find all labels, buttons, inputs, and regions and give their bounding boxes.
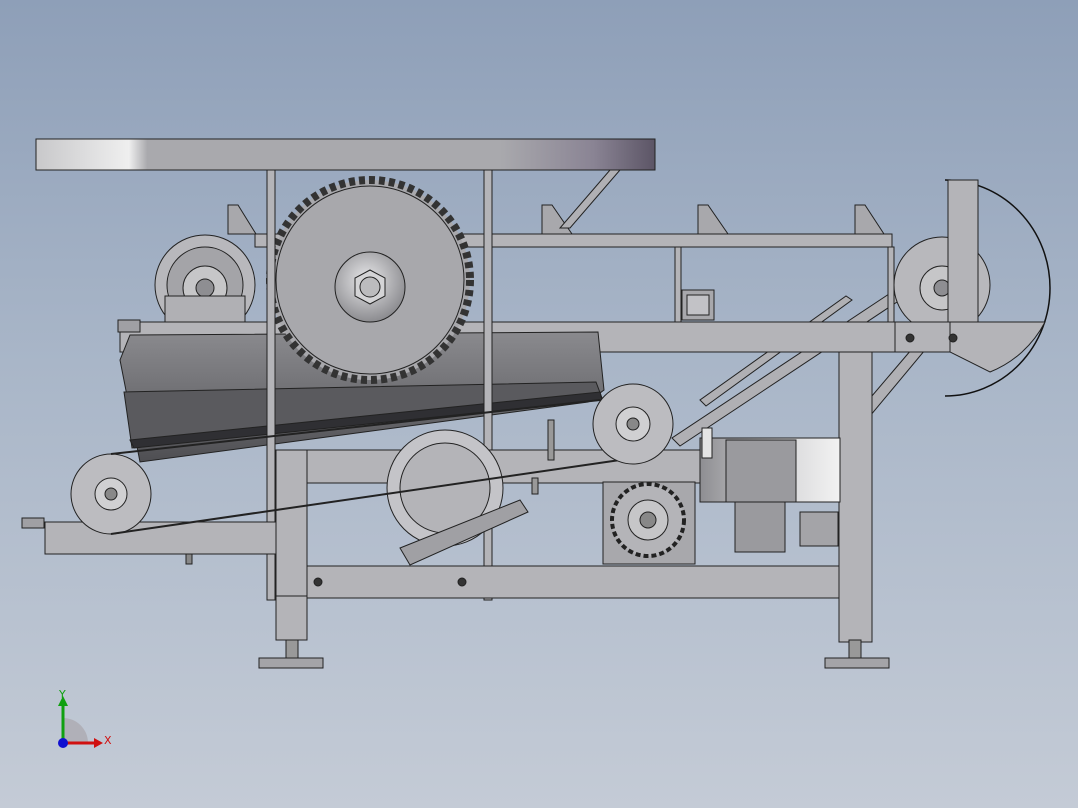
diagonal-brace	[558, 169, 622, 229]
foot-pad-right	[824, 657, 890, 669]
conveyor-lug	[854, 204, 885, 235]
z-axis-dot	[58, 738, 68, 748]
x-axis-label: X	[104, 734, 112, 747]
front-post-right	[483, 169, 493, 601]
foot-pad-left	[258, 657, 324, 669]
base-rail	[275, 565, 840, 599]
top-guard-plate	[35, 138, 656, 171]
coordinate-triad	[58, 696, 103, 748]
leg-right	[838, 351, 873, 643]
conveyor-lug	[697, 204, 729, 235]
right-end-plate	[947, 179, 979, 331]
y-axis-label: Y	[59, 688, 66, 701]
cad-viewport[interactable]: Y X	[0, 0, 1078, 808]
saw-machine-model[interactable]	[0, 0, 1078, 808]
conveyor-lug	[227, 204, 257, 235]
motor-terminal-box	[734, 501, 786, 553]
